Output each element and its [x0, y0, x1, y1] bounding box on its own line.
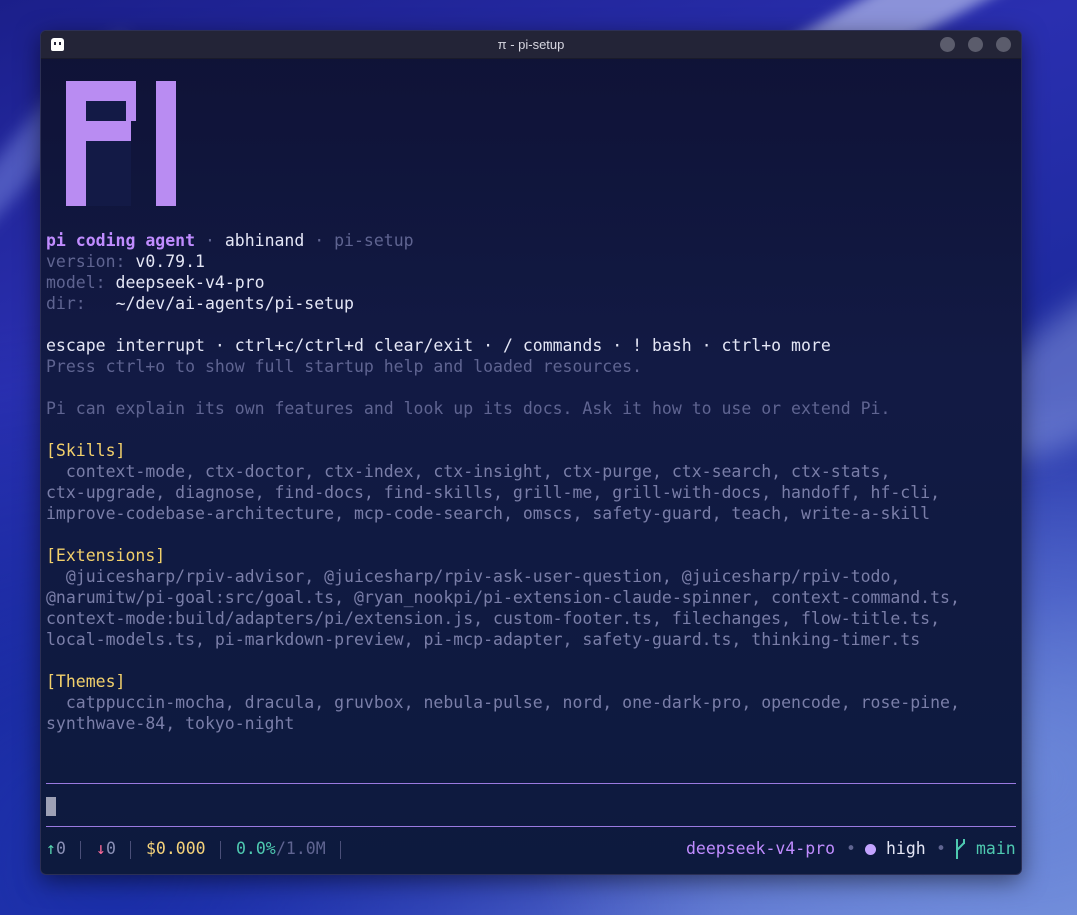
model-label: model:	[46, 273, 106, 292]
status-bar: ↑ 0 ↓ 0 $0.000 0.0% /1.0M deepseek-v4-pr…	[46, 838, 1016, 860]
shortcuts-line: escape interrupt · ctrl+c/ctrl+d clear/e…	[46, 336, 831, 355]
skills-heading: [Skills]	[46, 441, 126, 460]
skills-line: context-mode, ctx-doctor, ctx-index, ctx…	[46, 462, 891, 481]
version-value: v0.79.1	[135, 252, 205, 271]
agent-header-line: pi coding agent · abhinand · pi-setup	[46, 230, 414, 251]
context-usage: 0.0%	[236, 839, 276, 858]
close-button[interactable]	[996, 37, 1011, 52]
startup-hint: Press ctrl+o to show full startup help a…	[46, 357, 643, 376]
context-max: /1.0M	[276, 839, 326, 858]
tokens-down-count: 0	[106, 839, 116, 858]
separator: ·	[304, 231, 335, 250]
branch-icon	[956, 839, 965, 859]
themes-line: synthwave-84, tokyo-night	[46, 714, 295, 733]
version-line: version: v0.79.1	[46, 251, 205, 272]
status-model: deepseek-v4-pro	[686, 839, 836, 858]
terminal-window: π - pi-setup pi coding agent · abhinand …	[40, 30, 1022, 875]
user-name: abhinand	[224, 231, 305, 250]
version-label: version:	[46, 252, 126, 271]
input-bottom-border	[46, 826, 1016, 827]
dir-line: dir: ~/dev/ai-agents/pi-setup	[46, 293, 354, 314]
separator: ·	[195, 231, 225, 250]
extensions-line: context-mode:build/adapters/pi/extension…	[46, 609, 941, 628]
maximize-button[interactable]	[968, 37, 983, 52]
status-divider	[80, 841, 81, 859]
window-title: π - pi-setup	[497, 37, 565, 52]
thinking-level: high	[886, 839, 926, 858]
status-divider	[220, 841, 221, 859]
pi-logo	[66, 81, 186, 211]
extensions-line: local-models.ts, pi-markdown-preview, pi…	[46, 630, 921, 649]
extensions-heading: [Extensions]	[46, 546, 166, 565]
themes-heading: [Themes]	[46, 672, 126, 691]
tokens-up-icon: ↑	[46, 839, 56, 858]
skills-line: ctx-upgrade, diagnose, find-docs, find-s…	[46, 483, 941, 502]
input-cursor[interactable]	[46, 797, 56, 816]
title-bar[interactable]: π - pi-setup	[41, 31, 1021, 59]
input-top-border	[46, 783, 1016, 784]
dir-label: dir:	[46, 294, 86, 313]
status-divider	[130, 841, 131, 859]
model-line: model: deepseek-v4-pro	[46, 272, 265, 293]
thinking-level-dot-icon	[865, 844, 876, 855]
project-name: pi-setup	[334, 231, 414, 250]
model-value: deepseek-v4-pro	[115, 273, 265, 292]
status-divider	[340, 841, 341, 859]
dir-value: ~/dev/ai-agents/pi-setup	[115, 294, 354, 313]
tokens-up-count: 0	[56, 839, 66, 858]
app-name: pi coding agent	[46, 231, 196, 250]
extensions-line: @narumitw/pi-goal:src/goal.ts, @ryan_noo…	[46, 588, 960, 607]
session-cost: $0.000	[146, 839, 206, 858]
skills-line: improve-codebase-architecture, mcp-code-…	[46, 504, 931, 523]
status-bullet: •	[846, 839, 856, 858]
tokens-down-icon: ↓	[96, 839, 106, 858]
git-branch: main	[976, 839, 1016, 858]
minimize-button[interactable]	[940, 37, 955, 52]
explain-hint: Pi can explain its own features and look…	[46, 399, 891, 418]
extensions-line: @juicesharp/rpiv-advisor, @juicesharp/rp…	[46, 567, 901, 586]
status-bullet: •	[936, 839, 946, 858]
themes-line: catppuccin-mocha, dracula, gruvbox, nebu…	[46, 693, 960, 712]
terminal-content[interactable]: pi coding agent · abhinand · pi-setup ve…	[46, 58, 1021, 874]
